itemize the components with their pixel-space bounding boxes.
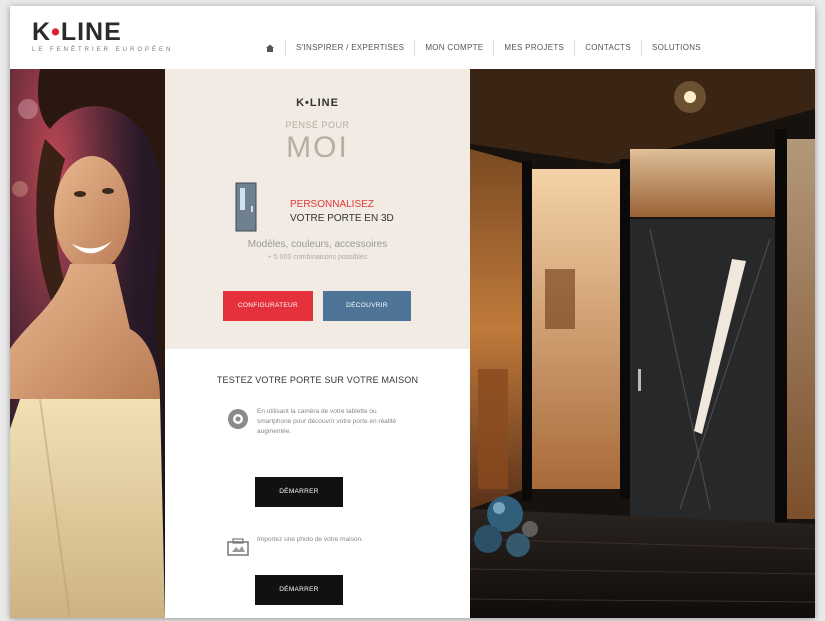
nav-solutions[interactable]: SOLUTIONS: [641, 40, 711, 56]
promo-title-line1: PERSONNALISEZ: [290, 199, 374, 210]
logo-dot: •: [51, 18, 61, 46]
door-thumbnail-icon: [235, 182, 257, 232]
promo-kicker: PENSÉ POUR: [285, 120, 350, 130]
kline-logo[interactable]: K•LINE LE FENÊTRIER EUROPÉEN: [32, 20, 174, 54]
promo-subtitle-small: + 5 000 combinaisons possibles: [267, 254, 368, 261]
camera-icon: [227, 408, 249, 435]
site-header: K•LINE LE FENÊTRIER EUROPÉEN S'INSPIRER …: [10, 6, 815, 69]
logo-line: LINE: [60, 18, 122, 46]
upload-photo-icon: [227, 538, 249, 561]
woman-photo: [10, 69, 165, 618]
logo-k: K: [32, 18, 52, 46]
promo-subtitle: Modèles, couleurs, accessoires: [247, 239, 388, 250]
feature-ar-text: En utilisant la caméra de votre tablette…: [257, 408, 397, 435]
promo-headline: MOI: [286, 131, 349, 164]
configurator-button[interactable]: CONFIGURATEUR: [223, 291, 313, 321]
promo-brand: K•LINE: [296, 97, 339, 109]
start-ar-button[interactable]: DÉMARRER: [255, 477, 343, 507]
door-house-photo: [470, 69, 815, 618]
nav-contacts[interactable]: CONTACTS: [574, 40, 641, 56]
discover-button[interactable]: DÉCOUVRIR: [323, 291, 411, 321]
browser-page: K•LINE LE FENÊTRIER EUROPÉEN S'INSPIRER …: [10, 6, 815, 618]
logo-tagline: LE FENÊTRIER EUROPÉEN: [32, 47, 174, 53]
logo-wordmark: K•LINE: [32, 20, 173, 45]
configurator-promo: K•LINE PENSÉ POUR MOI PERSONNALISEZ VOTR…: [165, 69, 470, 349]
feature-upload-text: Importez une photo de votre maison.: [257, 536, 363, 543]
start-upload-button[interactable]: DÉMARRER: [255, 575, 343, 605]
home-icon[interactable]: [255, 40, 285, 56]
main-navigation: S'INSPIRER / EXPERTISES MON COMPTE MES P…: [255, 40, 711, 56]
promo-panel: K•LINE PENSÉ POUR MOI PERSONNALISEZ VOTR…: [165, 69, 470, 618]
nav-my-projects[interactable]: MES PROJETS: [493, 40, 574, 56]
test-door-title: TESTEZ VOTRE PORTE SUR VOTRE MAISON: [216, 375, 419, 385]
promo-title-line2: VOTRE PORTE EN 3D: [290, 213, 394, 224]
nav-inspire-expertises[interactable]: S'INSPIRER / EXPERTISES: [285, 40, 414, 56]
nav-my-account[interactable]: MON COMPTE: [414, 40, 493, 56]
